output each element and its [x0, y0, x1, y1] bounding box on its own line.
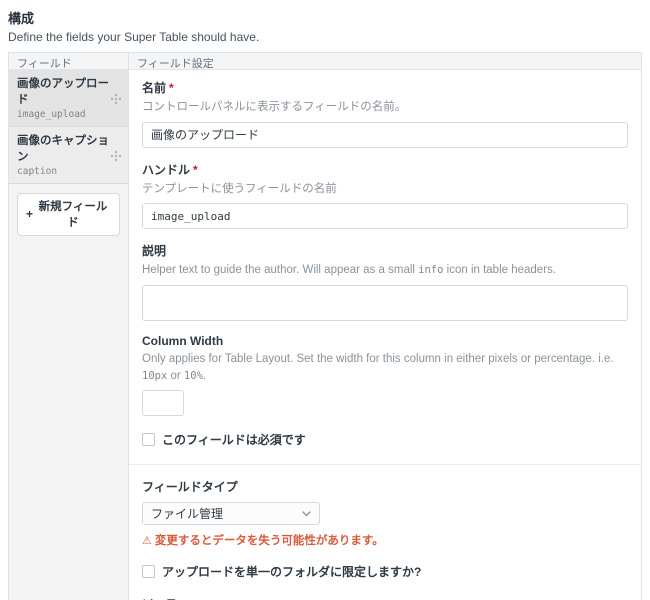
required-checkbox-label[interactable]: このフィールドは必須です — [162, 431, 306, 448]
handle-input[interactable] — [142, 203, 628, 230]
section-divider — [129, 464, 641, 466]
fields-column-header: フィールド — [9, 53, 128, 70]
sources-section: ソース ファイル管理はどのソースから選択しますか? 全て アップロード — [142, 595, 628, 600]
data-loss-warning: ⚠ 変更するとデータを失う可能性があります。 — [142, 535, 384, 548]
required-field-row: このフィールドは必須です — [142, 431, 628, 448]
column-width-input[interactable] — [142, 390, 184, 417]
description-textarea[interactable] — [142, 285, 628, 322]
super-table-config: フィールド 画像のアップロード image_upload 画像のキャプション c… — [8, 52, 642, 600]
add-new-field-label: 新規フィールド — [38, 201, 108, 229]
handle-instructions: テンプレートに使うフィールドの名前 — [142, 182, 337, 195]
sidebar-item-caption[interactable]: 画像のキャプション caption — [9, 127, 128, 184]
width-px-code: 10px — [142, 369, 168, 382]
warning-icon: ⚠ — [142, 535, 152, 548]
super-table-settings-page: 構成 Define the fields your Super Table sh… — [0, 0, 650, 600]
sidebar-item-image-upload[interactable]: 画像のアップロード image_upload — [9, 70, 128, 127]
chevron-down-icon — [302, 511, 311, 517]
handle-label: ハンドル * — [142, 162, 198, 177]
width-percent-code: 10% — [183, 369, 203, 382]
field-type-selected-value: ファイル管理 — [151, 507, 224, 522]
column-width-instructions: Only applies for Table Layout. Set the w… — [142, 353, 614, 382]
field-item-name: 画像のキャプション — [17, 135, 109, 163]
field-item-name: 画像のアップロード — [17, 78, 109, 106]
name-input[interactable] — [142, 121, 628, 148]
column-width-section: Column Width Only applies for Table Layo… — [142, 334, 628, 417]
name-instructions: コントロールパネルに表示するフィールドの名前。 — [142, 101, 407, 113]
field-type-select[interactable]: ファイル管理 — [142, 502, 320, 526]
plus-icon: + — [26, 207, 34, 221]
drag-handle-icon[interactable] — [110, 149, 122, 161]
required-asterisk: * — [169, 81, 174, 95]
field-type-label: フィールドタイプ — [142, 480, 238, 495]
field-type-section: フィールドタイプ ファイル管理 ⚠ 変更するとデータを失う可能性があります。 — [142, 478, 628, 548]
name-label: 名前 * — [142, 81, 174, 95]
settings-body: 名前* コントロールパネルに表示するフィールドの名前。 ハンドル* テンプレート… — [129, 70, 641, 600]
sources-label: ソース — [142, 595, 628, 600]
description-instructions: Helper text to guide the author. Will ap… — [142, 264, 556, 277]
new-field-wrap: + 新規フィールド — [9, 184, 128, 245]
settings-column-header: フィールド設定 — [129, 53, 641, 70]
page-subtitle: Define the fields your Super Table shoul… — [8, 30, 260, 44]
drag-handle-icon[interactable] — [110, 92, 122, 104]
info-code: info — [418, 264, 444, 277]
description-field-section: 説明 Helper text to guide the author. Will… — [142, 242, 628, 322]
field-item-handle: image_upload — [17, 109, 86, 120]
description-label: 説明 — [142, 244, 167, 259]
handle-field-section: ハンドル * テンプレートに使うフィールドの名前 — [142, 161, 628, 230]
page-title: 構成 — [8, 11, 35, 26]
single-folder-checkbox[interactable] — [142, 565, 155, 579]
required-asterisk: * — [193, 162, 198, 177]
single-folder-row: アップロードを単一のフォルダに限定しますか? — [142, 563, 628, 580]
fields-sidebar: フィールド 画像のアップロード image_upload 画像のキャプション c… — [9, 53, 129, 600]
column-width-label: Column Width — [142, 334, 224, 349]
add-new-field-button[interactable]: + 新規フィールド — [17, 193, 120, 236]
field-settings-panel: フィールド設定 名前* コントロールパネルに表示するフィールドの名前。 ハンドル… — [129, 53, 641, 600]
sidebar-item-text: 画像のキャプション caption — [17, 132, 110, 177]
name-field-section: 名前 * コントロールパネルに表示するフィールドの名前。 — [142, 79, 628, 148]
required-checkbox[interactable] — [142, 433, 155, 447]
single-folder-checkbox-label[interactable]: アップロードを単一のフォルダに限定しますか? — [162, 563, 421, 580]
field-item-handle: caption — [17, 166, 58, 177]
sidebar-item-text: 画像のアップロード image_upload — [17, 75, 110, 120]
